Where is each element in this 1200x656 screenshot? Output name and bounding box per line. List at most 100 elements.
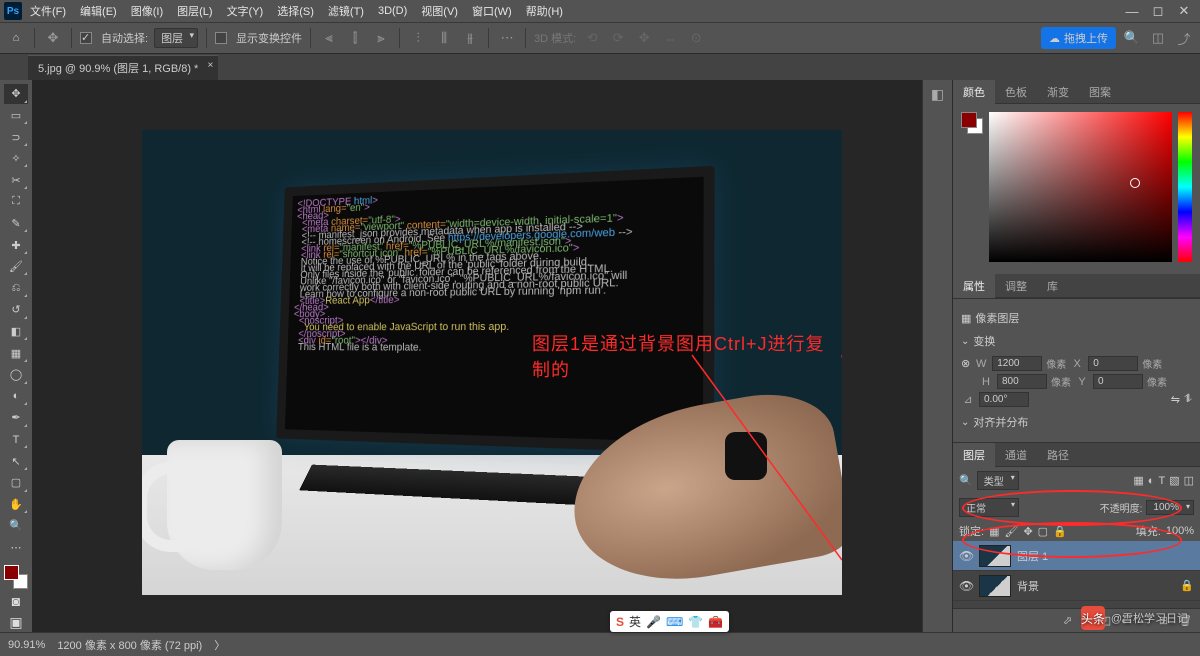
visibility-toggle[interactable]: 👁 xyxy=(959,549,973,563)
heal-tool[interactable]: ✚ xyxy=(4,235,28,255)
tab-swatches[interactable]: 色板 xyxy=(995,80,1037,104)
canvas-area[interactable]: <!DOCTYPE html> <html lang="en"> <head> … xyxy=(32,80,922,632)
show-transform-checkbox[interactable] xyxy=(215,32,227,44)
tab-gradients[interactable]: 渐变 xyxy=(1037,80,1079,104)
ime-lang[interactable]: 英 xyxy=(629,613,641,630)
filter-pixel-icon[interactable]: ▦ xyxy=(1133,474,1143,487)
menu-layer[interactable]: 图层(L) xyxy=(171,1,218,21)
hue-slider[interactable] xyxy=(1178,112,1192,262)
path-tool[interactable]: ↖ xyxy=(4,451,28,471)
layer-thumbnail[interactable] xyxy=(979,545,1011,567)
hand-tool[interactable]: ✋ xyxy=(4,495,28,515)
color-swatch[interactable] xyxy=(961,112,983,134)
auto-select-target[interactable]: 图层 xyxy=(154,28,198,48)
layer-name[interactable]: 图层 1 xyxy=(1017,548,1048,564)
eyedropper-tool[interactable]: ✎ xyxy=(4,214,28,234)
edit-toolbar[interactable]: ⋯ xyxy=(4,538,28,558)
workspace-icon[interactable]: ◫ xyxy=(1148,28,1168,48)
menu-filter[interactable]: 滤镜(T) xyxy=(322,1,370,21)
auto-select-checkbox[interactable] xyxy=(80,32,92,44)
link-layers-icon[interactable]: ⬀ xyxy=(1063,614,1072,627)
ime-toolbar[interactable]: S 英 🎤 ⌨ 👕 🧰 xyxy=(610,611,729,632)
dock-icon[interactable]: ◧ xyxy=(929,86,947,104)
search-icon[interactable]: 🔍 xyxy=(1122,28,1142,48)
cloud-upload-button[interactable]: ☁拖拽上传 xyxy=(1041,27,1116,49)
close-tab-icon[interactable]: × xyxy=(208,60,214,71)
document-tab[interactable]: 5.jpg @ 90.9% (图层 1, RGB/8) * × xyxy=(28,55,218,80)
dodge-tool[interactable]: ◐ xyxy=(4,387,28,407)
tab-paths[interactable]: 路径 xyxy=(1037,443,1079,467)
pen-tool[interactable]: ✒ xyxy=(4,408,28,428)
document-canvas[interactable]: <!DOCTYPE html> <html lang="en"> <head> … xyxy=(142,130,842,595)
menu-3d[interactable]: 3D(D) xyxy=(372,3,413,19)
align-bottom-icon[interactable]: ⫵ xyxy=(460,28,480,48)
menu-image[interactable]: 图像(I) xyxy=(125,1,169,21)
filter-type-icon[interactable]: T xyxy=(1158,475,1165,487)
lock-pos-icon[interactable]: ✥ xyxy=(1023,525,1032,538)
tab-layers[interactable]: 图层 xyxy=(953,443,995,467)
filter-smart-icon[interactable]: ◫ xyxy=(1184,474,1194,487)
ime-toolbox-icon[interactable]: 🧰 xyxy=(708,615,723,629)
history-brush-tool[interactable]: ↺ xyxy=(4,300,28,320)
gradient-tool[interactable]: ▦ xyxy=(4,343,28,363)
align-right-icon[interactable]: ⫸ xyxy=(371,28,391,48)
ime-voice-icon[interactable]: 🎤 xyxy=(646,615,661,629)
ime-skin-icon[interactable]: 👕 xyxy=(688,615,703,629)
brush-tool[interactable]: 🖌 xyxy=(4,257,28,277)
quick-mask[interactable]: ◙ xyxy=(4,591,28,611)
share-icon[interactable]: ⤴ xyxy=(1174,28,1194,48)
blur-tool[interactable]: ◯ xyxy=(4,365,28,385)
tab-color[interactable]: 颜色 xyxy=(953,80,995,104)
filter-adj-icon[interactable]: ◐ xyxy=(1148,475,1155,487)
move-tool-icon[interactable]: ✥ xyxy=(43,28,63,48)
align-left-icon[interactable]: ⫷ xyxy=(319,28,339,48)
lock-nest-icon[interactable]: ▢ xyxy=(1038,525,1048,538)
frame-tool[interactable]: ⛶ xyxy=(4,192,28,212)
tab-properties[interactable]: 属性 xyxy=(953,274,995,298)
layer-row[interactable]: 👁 图层 1 xyxy=(953,541,1200,571)
zoom-level[interactable]: 90.91% xyxy=(8,639,45,651)
flip-v-icon[interactable]: ⥮ xyxy=(1184,393,1192,406)
lock-all-icon[interactable]: 🔒 xyxy=(1053,525,1067,538)
tab-adjustments[interactable]: 调整 xyxy=(995,274,1037,298)
menu-select[interactable]: 选择(S) xyxy=(271,1,320,21)
filter-shape-icon[interactable]: ▧ xyxy=(1169,474,1179,487)
transform-section[interactable]: 变换 xyxy=(961,329,1192,353)
layer-row[interactable]: 👁 背景 🔒 xyxy=(953,571,1200,601)
document-info[interactable]: 1200 像素 x 800 像素 (72 ppi) xyxy=(57,637,202,653)
marquee-tool[interactable]: ▭ xyxy=(4,106,28,126)
type-tool[interactable]: T xyxy=(4,430,28,450)
align-top-icon[interactable]: ⫶ xyxy=(408,28,428,48)
menu-file[interactable]: 文件(F) xyxy=(24,1,72,21)
tab-patterns[interactable]: 图案 xyxy=(1079,80,1121,104)
window-maximize[interactable]: ◻ xyxy=(1146,3,1170,19)
tab-libraries[interactable]: 库 xyxy=(1037,274,1068,298)
height-input[interactable]: 800 xyxy=(997,374,1047,389)
shape-tool[interactable]: ▢ xyxy=(4,473,28,493)
width-input[interactable]: 1200 xyxy=(992,356,1042,371)
move-tool[interactable]: ✥ xyxy=(4,84,28,104)
menu-help[interactable]: 帮助(H) xyxy=(520,1,569,21)
layer-name[interactable]: 背景 xyxy=(1017,578,1039,594)
layer-thumbnail[interactable] xyxy=(979,575,1011,597)
menu-edit[interactable]: 编辑(E) xyxy=(74,1,123,21)
align-section[interactable]: 对齐并分布 xyxy=(961,410,1192,434)
menu-window[interactable]: 窗口(W) xyxy=(466,1,518,21)
color-swatches[interactable] xyxy=(4,565,28,589)
fill-input[interactable]: 100% xyxy=(1166,525,1194,537)
zoom-tool[interactable]: 🔍 xyxy=(4,516,28,536)
align-middle-icon[interactable]: ⫼ xyxy=(434,28,454,48)
link-wh-icon[interactable]: ⊗ xyxy=(961,357,970,370)
home-button[interactable]: ⌂ xyxy=(6,28,26,48)
stamp-tool[interactable]: ⎌ xyxy=(4,278,28,298)
ime-keyboard-icon[interactable]: ⌨ xyxy=(666,615,683,629)
filter-kind-dropdown[interactable]: 类型 xyxy=(977,471,1019,490)
screen-mode[interactable]: ▣ xyxy=(4,613,28,633)
distribute-icon[interactable]: ⋯ xyxy=(497,28,517,48)
wand-tool[interactable]: ✧ xyxy=(4,149,28,169)
window-close[interactable]: ✕ xyxy=(1172,3,1196,19)
menu-type[interactable]: 文字(Y) xyxy=(221,1,270,21)
blend-mode-dropdown[interactable]: 正常 xyxy=(959,498,1019,517)
angle-input[interactable]: 0.00° xyxy=(979,392,1029,407)
window-minimize[interactable]: — xyxy=(1120,4,1144,19)
